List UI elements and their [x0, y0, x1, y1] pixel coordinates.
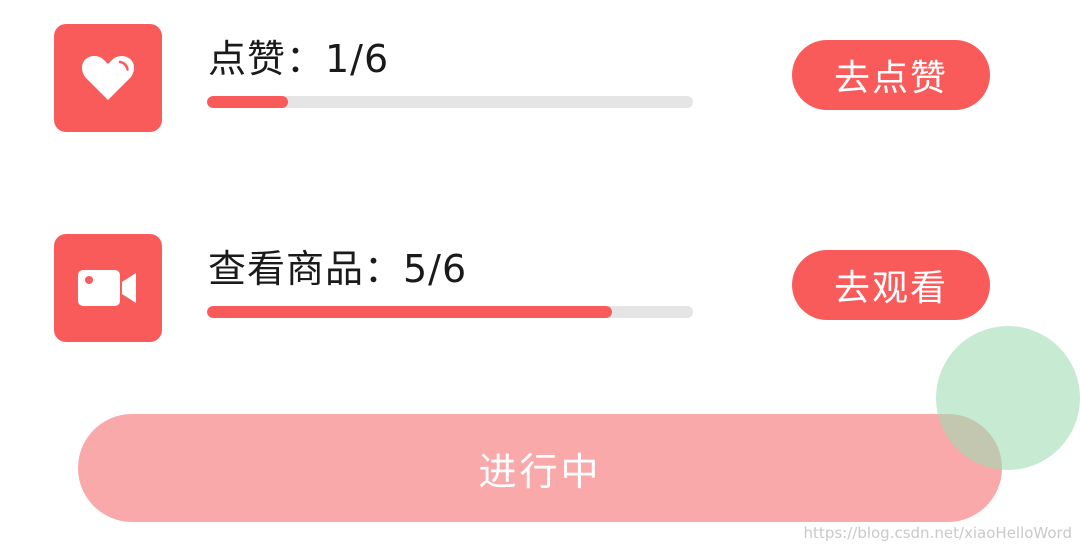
video-icon-tile	[54, 234, 162, 342]
in-progress-button[interactable]: 进行中	[78, 414, 1002, 522]
go-watch-button[interactable]: 去观看	[792, 250, 990, 320]
task-like: 点赞：1/6 去点赞	[0, 24, 1080, 134]
like-icon-tile	[54, 24, 162, 132]
floating-bubble[interactable]	[936, 326, 1080, 470]
watermark-text: https://blog.csdn.net/xiaoHelloWord	[803, 524, 1072, 542]
task-view-goods: 查看商品：5/6 去观看	[0, 234, 1080, 344]
progress-track	[207, 306, 693, 318]
progress-track	[207, 96, 693, 108]
video-camera-icon	[78, 270, 136, 306]
progress-fill	[207, 306, 612, 318]
progress-fill	[207, 96, 288, 108]
task-title: 点赞：1/6	[208, 37, 390, 81]
go-like-button[interactable]: 去点赞	[792, 40, 990, 110]
heart-icon	[82, 56, 134, 100]
task-title: 查看商品：5/6	[208, 247, 468, 291]
